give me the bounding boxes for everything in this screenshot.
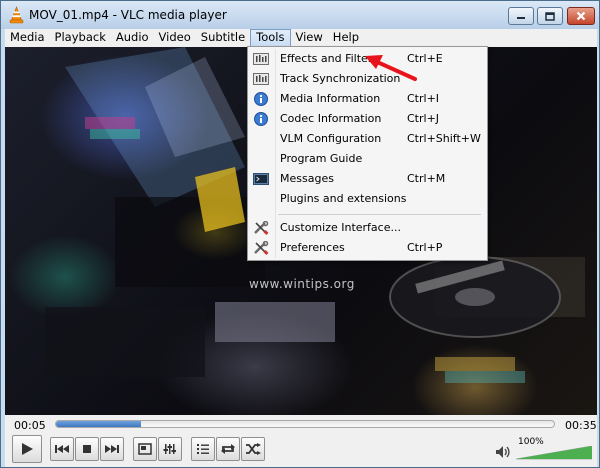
info-icon	[254, 92, 268, 106]
extended-settings-button[interactable]	[158, 437, 182, 461]
next-icon	[105, 445, 119, 453]
menu-item-codec-information[interactable]: Codec Information Ctrl+J	[250, 109, 485, 129]
menu-item-label: VLM Configuration	[280, 132, 382, 145]
annotation-arrow-icon	[365, 55, 417, 81]
play-button[interactable]	[12, 435, 42, 463]
menu-item-messages[interactable]: Messages Ctrl+M	[250, 169, 485, 189]
wrench-screwdriver-icon	[254, 241, 269, 255]
equalizer-icon	[253, 53, 269, 65]
maximize-icon	[545, 11, 555, 21]
menu-item-shortcut: Ctrl+Shift+W	[407, 132, 481, 145]
minimize-button[interactable]	[508, 7, 534, 25]
stop-icon	[83, 445, 91, 453]
menu-item-preferences[interactable]: Preferences Ctrl+P	[250, 238, 485, 258]
fullscreen-icon	[138, 443, 152, 455]
volume-slider[interactable]	[516, 446, 592, 460]
menu-tools[interactable]: Tools	[250, 29, 291, 47]
loop-icon	[221, 444, 235, 454]
equalizer-icon	[253, 73, 269, 85]
menu-item-plugins-and-extensions[interactable]: Plugins and extensions	[250, 189, 485, 209]
menu-audio[interactable]: Audio	[111, 29, 154, 47]
playlist-icon	[197, 444, 209, 454]
previous-button[interactable]	[50, 437, 74, 461]
menu-item-shortcut: Ctrl+J	[407, 112, 440, 125]
elapsed-time: 00:05	[14, 419, 46, 432]
previous-icon	[55, 445, 69, 453]
total-time: 00:35	[565, 419, 597, 432]
seek-bar-fill	[56, 421, 141, 427]
menu-item-label: Preferences	[280, 241, 345, 254]
menu-item-label: Messages	[280, 172, 334, 185]
vlc-window: MOV_01.mp4 - VLC media player Media Play…	[0, 0, 600, 468]
maximize-button[interactable]	[537, 7, 563, 25]
play-icon	[22, 443, 33, 455]
menu-item-customize-interface[interactable]: Customize Interface...	[250, 218, 485, 238]
speaker-icon[interactable]	[495, 445, 511, 459]
menu-item-shortcut: Ctrl+P	[407, 241, 443, 254]
title-bar[interactable]: MOV_01.mp4 - VLC media player	[1, 1, 599, 29]
menu-subtitle[interactable]: Subtitle	[196, 29, 250, 47]
watermark-text: www.wintips.org	[249, 277, 355, 291]
next-button[interactable]	[100, 437, 124, 461]
stop-button[interactable]	[75, 437, 99, 461]
menu-item-label: Plugins and extensions	[280, 192, 407, 205]
menu-item-label: Codec Information	[280, 112, 382, 125]
menu-help[interactable]: Help	[328, 29, 364, 47]
playlist-button[interactable]	[191, 437, 215, 461]
playback-controls: 00:05 00:35 100%	[5, 415, 597, 467]
menu-item-media-information[interactable]: Media Information Ctrl+I	[250, 89, 485, 109]
menu-media[interactable]: Media	[5, 29, 50, 47]
window-title: MOV_01.mp4 - VLC media player	[29, 8, 227, 22]
minimize-icon	[517, 17, 525, 19]
menu-video[interactable]: Video	[154, 29, 196, 47]
menu-item-shortcut: Ctrl+M	[407, 172, 446, 185]
menu-item-shortcut: Ctrl+I	[407, 92, 440, 105]
menu-item-label: Program Guide	[280, 152, 363, 165]
close-icon	[576, 11, 586, 21]
info-icon	[254, 112, 268, 126]
menu-item-vlm-configuration[interactable]: VLM Configuration Ctrl+Shift+W	[250, 129, 485, 149]
wrench-screwdriver-icon	[254, 221, 269, 235]
terminal-icon	[253, 173, 269, 185]
shuffle-icon	[246, 443, 261, 455]
shuffle-button[interactable]	[241, 437, 265, 461]
fullscreen-button[interactable]	[133, 437, 157, 461]
menu-playback[interactable]: Playback	[50, 29, 111, 47]
menu-item-program-guide[interactable]: Program Guide	[250, 149, 485, 169]
menu-view[interactable]: View	[291, 29, 328, 47]
menu-separator	[278, 214, 481, 215]
seek-bar[interactable]	[55, 420, 555, 428]
menu-bar: Media Playback Audio Video Subtitle Tool…	[5, 29, 597, 47]
menu-item-label: Customize Interface...	[280, 221, 401, 234]
menu-item-label: Media Information	[280, 92, 381, 105]
equalizer-sliders-icon	[163, 444, 176, 454]
vlc-cone-icon	[9, 6, 24, 24]
loop-button[interactable]	[216, 437, 240, 461]
close-button[interactable]	[567, 7, 595, 25]
